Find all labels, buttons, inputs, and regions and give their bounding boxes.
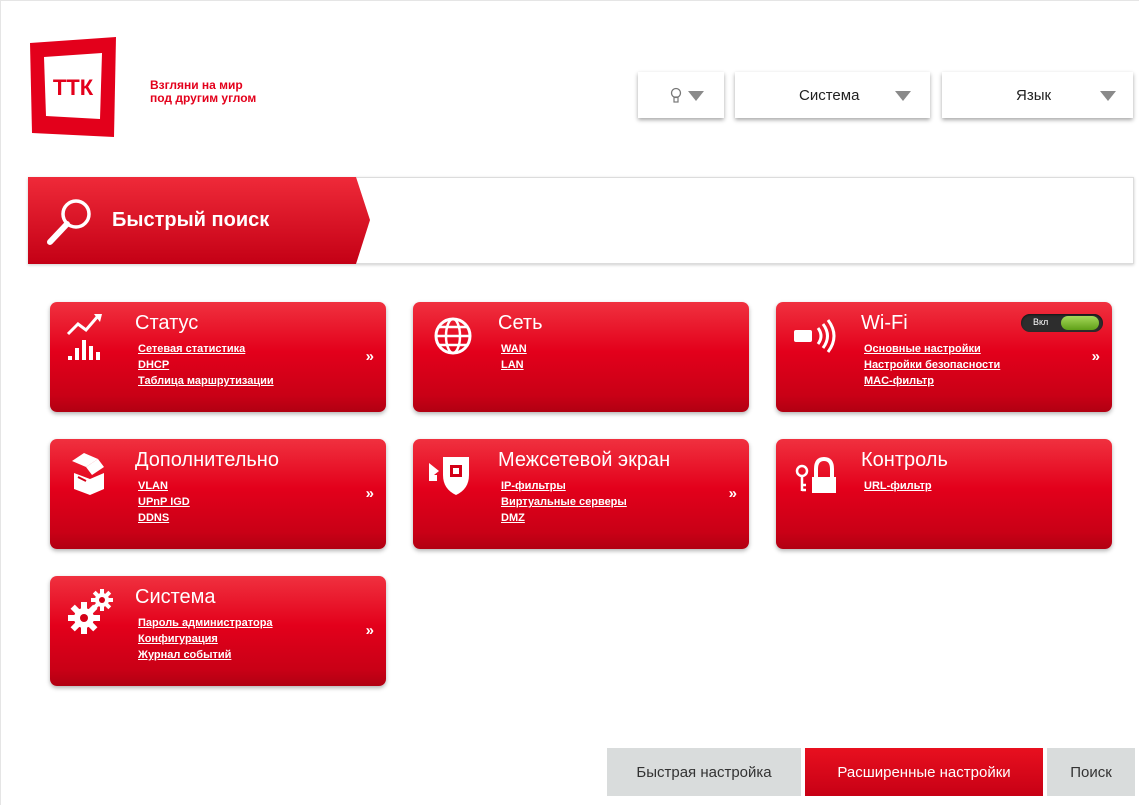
box-icon [72,453,104,495]
ttk-logo: ТТК [30,37,116,137]
tile-control[interactable]: Контроль URL-фильтр [776,439,1112,549]
link-vlan[interactable]: VLAN [138,478,190,494]
tile-title: Статус [135,312,199,334]
wifi-toggle[interactable]: Вкл [1021,314,1103,332]
tile-expand-arrow[interactable]: » [366,622,374,639]
tile-additional[interactable]: Дополнительно VLAN UPnP IGD DDNS » [50,439,386,549]
link-event-log[interactable]: Журнал событий [138,647,273,663]
lock-key-icon [795,456,836,493]
globe-icon [434,317,472,355]
tile-expand-arrow[interactable]: » [366,348,374,365]
tile-links: Пароль администратора Конфигурация Журна… [138,615,273,663]
link-url-filter[interactable]: URL-фильтр [864,478,932,494]
wifi-toggle-label: Вкл [1033,317,1049,327]
tile-links: Сетевая статистика DHCP Таблица маршрути… [138,341,274,389]
link-mac-filter[interactable]: MAC-фильтр [864,373,1000,389]
tile-title: Межсетевой экран [498,449,671,471]
tile-system[interactable]: Система Пароль администратора Конфигурац… [50,576,386,686]
language-dropdown-label: Язык [1016,87,1052,104]
link-basic-settings[interactable]: Основные настройки [864,341,1000,357]
tile-title: Сеть [498,312,543,334]
link-dmz[interactable]: DMZ [501,510,627,526]
link-security-settings[interactable]: Настройки безопасности [864,357,1000,373]
language-dropdown[interactable]: Язык [942,72,1133,118]
statistics-icon [66,314,102,360]
tile-links: URL-фильтр [864,478,932,494]
tile-links: VLAN UPnP IGD DDNS [138,478,190,526]
tile-network[interactable]: Сеть WAN LAN [413,302,749,412]
link-upnp-igd[interactable]: UPnP IGD [138,494,190,510]
quick-search-label: Быстрый поиск [112,209,270,231]
link-ddns[interactable]: DDNS [138,510,190,526]
system-dropdown[interactable]: Система [735,72,930,118]
link-ip-filters[interactable]: IP-фильтры [501,478,627,494]
hint-dropdown[interactable] [638,72,724,118]
gears-icon [68,589,113,634]
tile-firewall[interactable]: Межсетевой экран IP-фильтры Виртуальные … [413,439,749,549]
tile-expand-arrow[interactable]: » [366,485,374,502]
tile-expand-arrow[interactable]: » [729,485,737,502]
link-network-statistics[interactable]: Сетевая статистика [138,341,274,357]
tagline-line-2: под другим углом [150,91,257,105]
link-wan[interactable]: WAN [501,341,527,357]
tile-title: Дополнительно [135,449,279,471]
tile-status[interactable]: Статус Сетевая статистика DHCP Таблица м… [50,302,386,412]
tile-links: WAN LAN [501,341,527,373]
tile-title: Wi-Fi [861,312,908,334]
logo-brand-text: ТТК [53,75,94,100]
wifi-toggle-knob [1061,316,1099,330]
tile-title: Система [135,586,216,608]
search-button[interactable]: Поиск [1047,748,1135,796]
tile-wifi[interactable]: Wi-Fi Вкл Основные настройки Настройки б… [776,302,1112,412]
logo-tagline: Взгляни на мир под другим углом [150,79,256,105]
system-dropdown-label: Система [799,87,860,104]
link-admin-password[interactable]: Пароль администратора [138,615,273,631]
link-dhcp[interactable]: DHCP [138,357,274,373]
link-virtual-servers[interactable]: Виртуальные серверы [501,494,627,510]
tile-expand-arrow[interactable]: » [1092,348,1100,365]
tile-links: Основные настройки Настройки безопасност… [864,341,1000,389]
chevron-down-icon [895,91,911,101]
link-routing-table[interactable]: Таблица маршрутизации [138,373,274,389]
tile-title: Контроль [861,449,948,471]
search-icon [47,199,91,245]
link-lan[interactable]: LAN [501,357,527,373]
firewall-icon [429,457,469,495]
link-configuration[interactable]: Конфигурация [138,631,273,647]
quick-setup-button[interactable]: Быстрая настройка [607,748,801,796]
wifi-icon [794,319,836,353]
lightbulb-icon [670,87,682,103]
tile-links: IP-фильтры Виртуальные серверы DMZ [501,478,627,526]
chevron-down-icon [688,91,704,101]
advanced-settings-button[interactable]: Расширенные настройки [805,748,1043,796]
chevron-down-icon [1100,91,1116,101]
